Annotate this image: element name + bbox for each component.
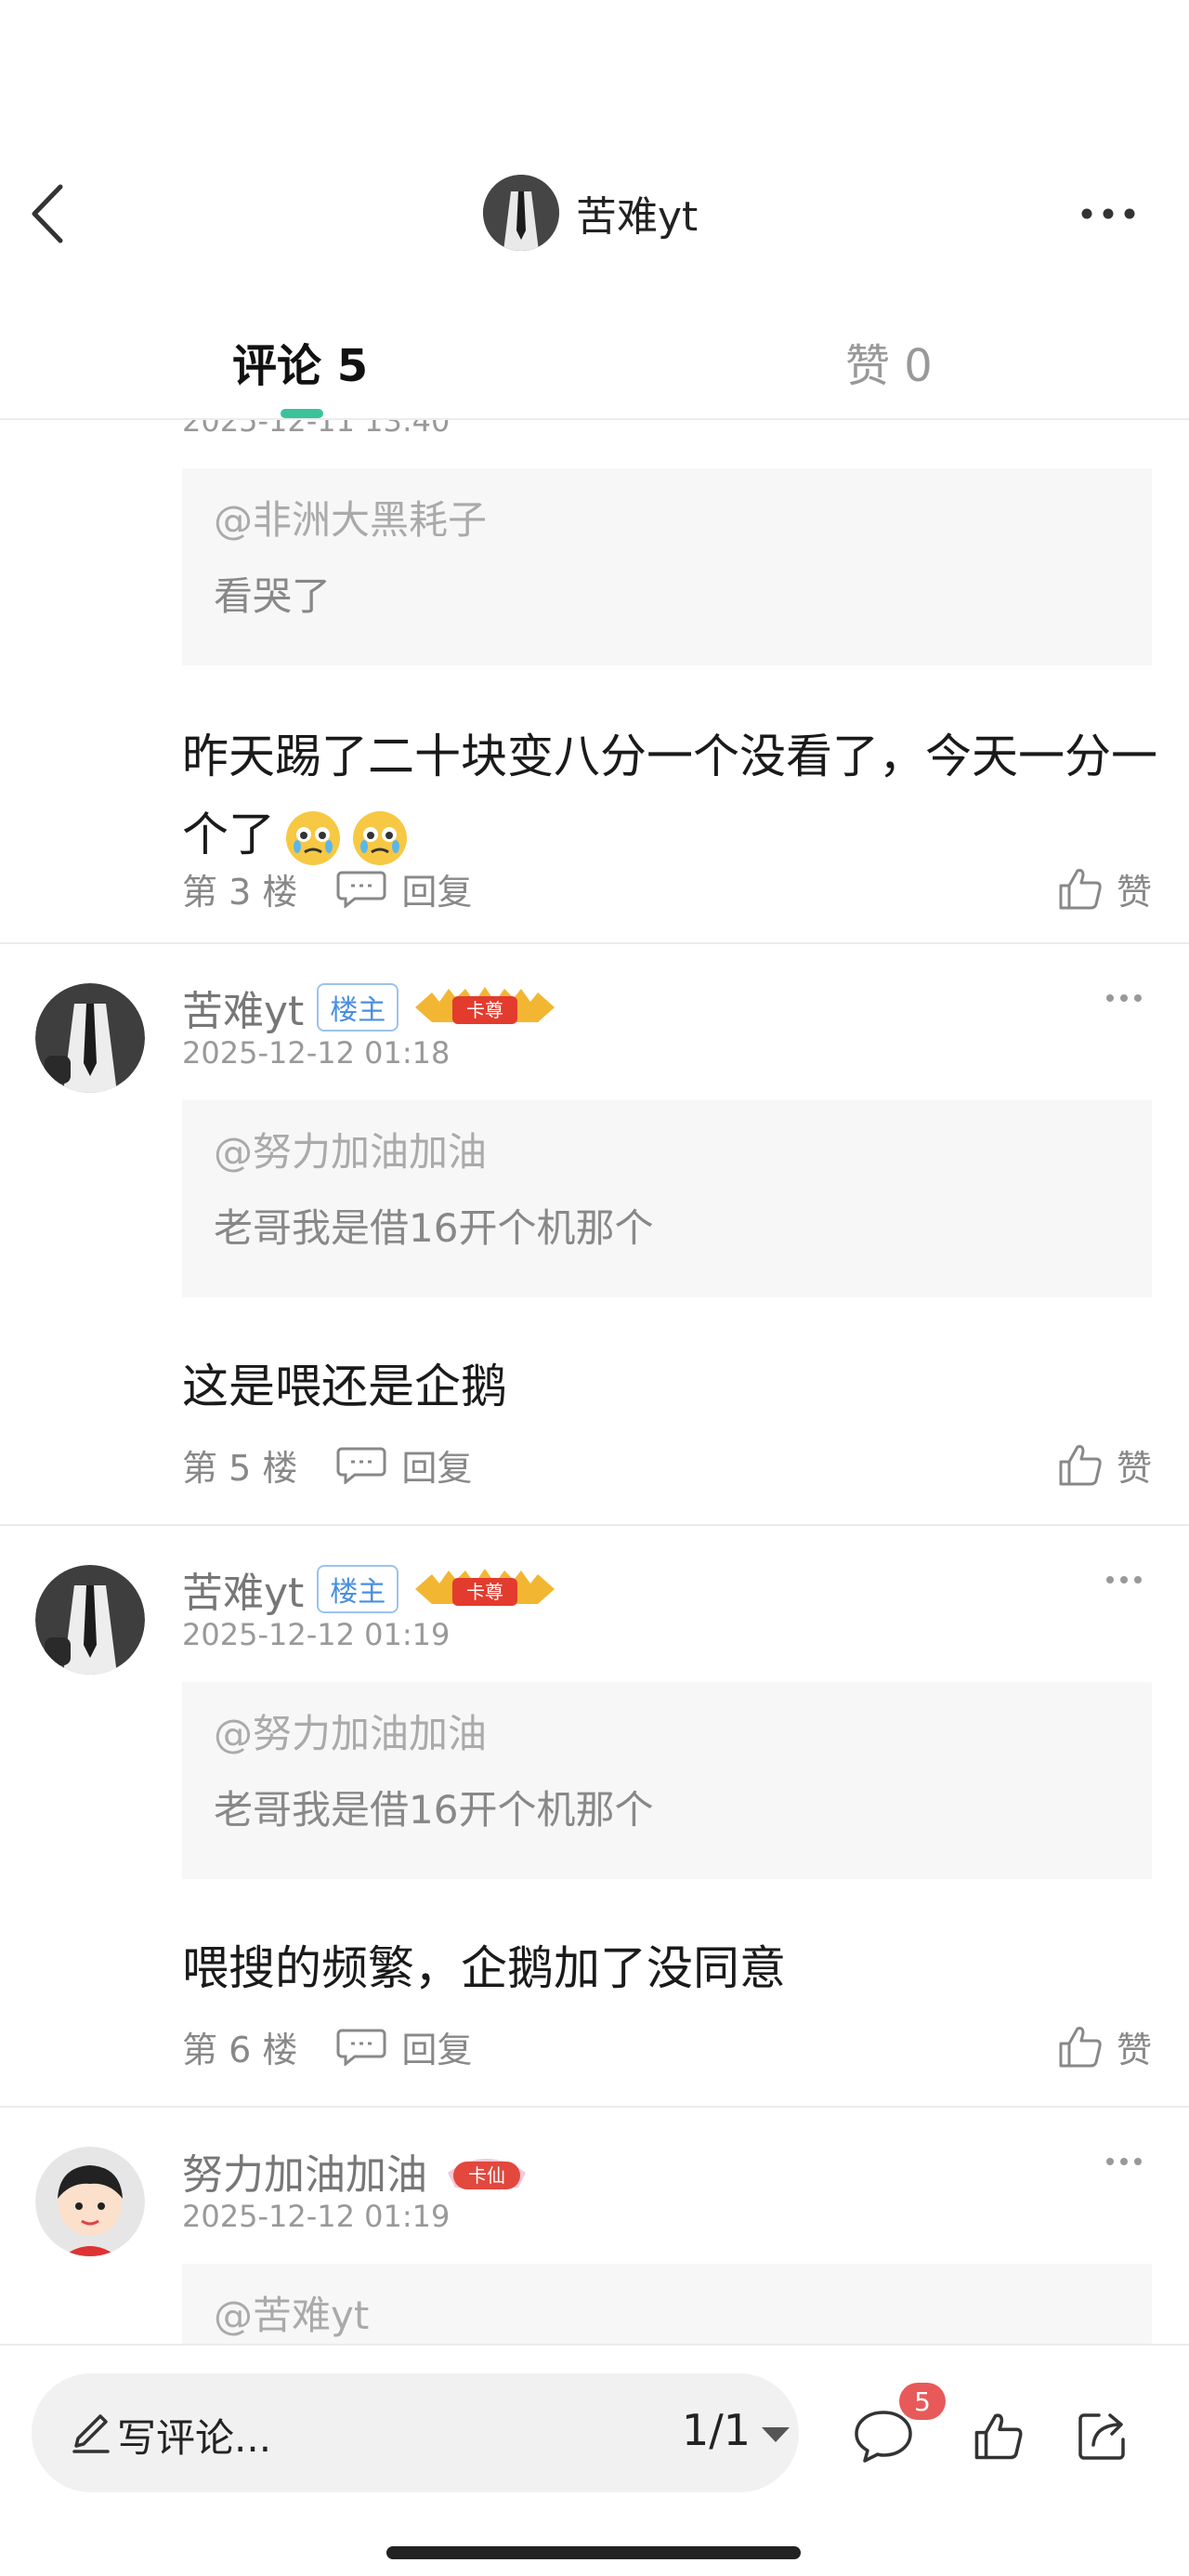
comment-bubble-icon [855, 2411, 912, 2463]
thumbs-up-icon [1059, 869, 1102, 910]
reply-icon [336, 2029, 386, 2066]
top-nav-bar: 苦难yt 评论 5 赞 0 [0, 0, 1189, 420]
reply-button[interactable]: 回复 [336, 2021, 472, 2072]
like-button[interactable]: 赞 [1057, 1439, 1152, 1491]
reply-label: 回复 [401, 2029, 473, 2070]
comment-item: 苦难yt 楼主 卡尊 2025-12-12 01:18 @努力加油加油 老哥我是… [0, 946, 1189, 1526]
back-button[interactable] [24, 178, 71, 249]
comment-composer[interactable]: 写评论... 1/1 [32, 2373, 799, 2492]
like-label: 赞 [1116, 1447, 1152, 1489]
thread-host-badge: 楼主 [317, 1565, 399, 1613]
comment-username[interactable]: 苦难yt [182, 978, 304, 1037]
comment-item: 苦难yt 楼主 卡尊 2025-12-12 01:19 @努力加油加油 老哥我是… [0, 1528, 1189, 2108]
comment-actions: 第 3 楼 回复 赞 [182, 862, 1152, 914]
comment-timestamp: 2025-12-12 01:18 [182, 1035, 451, 1071]
like-button[interactable]: 赞 [1057, 2021, 1152, 2072]
home-indicator[interactable] [386, 2546, 801, 2559]
quoted-username: @努力加油加油 [214, 1711, 488, 1756]
reply-icon [336, 871, 386, 908]
floor-number: 第 6 楼 [182, 2029, 298, 2070]
quoted-text: 看哭了 [214, 573, 332, 619]
bottom-action-bar: 写评论... 1/1 5 [0, 2344, 1189, 2576]
quoted-comment[interactable]: @努力加油加油 老哥我是借16开个机那个 [182, 1100, 1152, 1297]
quoted-username: @苦难yt [214, 2293, 370, 2338]
reply-icon [336, 1447, 386, 1484]
comment-author-row: 努力加油加油 卡仙 [182, 2143, 533, 2199]
more-dots-icon [1081, 208, 1135, 219]
comment-username[interactable]: 努力加油加油 [182, 2141, 427, 2201]
share-icon [1078, 2413, 1125, 2460]
back-arrow-icon [32, 184, 63, 243]
more-options-button[interactable] [1076, 186, 1141, 242]
comment-timestamp: 2025-12-12 01:19 [182, 1617, 451, 1652]
comment-timestamp: 2025-12-11 13:40 [182, 420, 451, 439]
avatar[interactable] [35, 1565, 145, 1675]
comment-more-button[interactable] [1096, 979, 1152, 1017]
page-indicator[interactable]: 1/1 [682, 2405, 751, 2455]
caret-down-icon[interactable] [754, 2412, 797, 2455]
comment-text: 这是喂还是企鹅 [182, 1360, 507, 1413]
like-label: 赞 [1116, 2029, 1152, 2070]
more-dots-icon [1106, 1576, 1142, 1584]
quoted-comment[interactable]: @非洲大黑耗子 看哭了 [182, 468, 1152, 665]
reply-label: 回复 [401, 871, 473, 913]
comment-item: 2025-12-11 13:40 @非洲大黑耗子 看哭了 昨天踢了二十块变八分一… [0, 420, 1189, 944]
quoted-comment[interactable]: @苦难yt [182, 2264, 1152, 2344]
thread-author-name[interactable]: 苦难yt [576, 183, 698, 243]
reply-button[interactable]: 回复 [336, 1439, 472, 1491]
comment-body: 喂搜的频繁，企鹅加了没同意 [182, 1929, 1157, 2007]
rank-badge: 卡尊 [412, 1563, 558, 1615]
quoted-text: 老哥我是借16开个机那个 [214, 1787, 654, 1833]
avatar[interactable] [35, 983, 145, 1093]
comment-text: 喂搜的频繁，企鹅加了没同意 [182, 1941, 786, 1995]
crying-emoji-icon [351, 809, 409, 867]
active-tab-indicator [281, 409, 323, 418]
thumbs-up-icon [974, 2413, 1023, 2460]
reply-button[interactable]: 回复 [336, 863, 472, 914]
quoted-username: @非洲大黑耗子 [214, 497, 488, 543]
more-dots-icon [1106, 994, 1142, 1002]
comment-author-row: 苦难yt 楼主 卡尊 [182, 979, 558, 1035]
rank-badge-label: 卡仙 [468, 2164, 505, 2187]
comment-actions: 第 5 楼 回复 赞 [182, 1439, 1152, 1491]
avatar[interactable] [35, 2147, 145, 2256]
rank-badge: 卡尊 [412, 981, 558, 1033]
quoted-username: @努力加油加油 [214, 1129, 488, 1175]
comment-more-button[interactable] [1096, 1561, 1152, 1598]
rank-badge: 卡仙 [440, 2145, 533, 2197]
composer-placeholder: 写评论... [117, 2415, 272, 2461]
rank-badge-label: 卡尊 [466, 999, 503, 1021]
more-dots-icon [1106, 2158, 1142, 2165]
pencil-icon [72, 2414, 110, 2453]
comment-body: 这是喂还是企鹅 [182, 1347, 1157, 1426]
comment-timestamp: 2025-12-12 01:19 [182, 2199, 451, 2234]
comment-actions: 第 6 楼 回复 赞 [182, 2020, 1152, 2072]
comment-item: 努力加油加油 卡仙 2025-12-12 01:19 @苦难yt [0, 2109, 1189, 2344]
share-button[interactable] [1070, 2403, 1135, 2468]
avatar[interactable] [483, 175, 559, 251]
thread-author[interactable]: 苦难yt [483, 175, 698, 251]
tab-likes[interactable]: 赞 0 [845, 329, 933, 394]
floor-number: 第 5 楼 [182, 1447, 298, 1489]
tab-bar: 评论 5 赞 0 [0, 307, 1189, 420]
comment-list[interactable]: 2025-12-11 13:40 @非洲大黑耗子 看哭了 昨天踢了二十块变八分一… [0, 420, 1189, 2344]
floor-number: 第 3 楼 [182, 871, 298, 913]
comment-author-row: 苦难yt 楼主 卡尊 [182, 1561, 558, 1617]
thumbs-up-icon [1059, 2027, 1102, 2068]
like-label: 赞 [1116, 871, 1152, 913]
thread-host-badge: 楼主 [317, 983, 399, 1032]
crying-emoji-icon [284, 809, 342, 867]
comment-body: 昨天踢了二十块变八分一个没看了，今天一分一个了 [182, 717, 1157, 874]
quoted-text: 老哥我是借16开个机那个 [214, 1205, 654, 1251]
comment-username[interactable]: 苦难yt [182, 1559, 304, 1619]
like-thread-button[interactable] [966, 2403, 1031, 2468]
like-button[interactable]: 赞 [1057, 863, 1152, 914]
comment-count-badge: 5 [899, 2383, 946, 2420]
thumbs-up-icon [1059, 1445, 1102, 1486]
tab-comments[interactable]: 评论 5 [232, 329, 368, 394]
reply-label: 回复 [401, 1447, 473, 1489]
comment-more-button[interactable] [1096, 2143, 1152, 2180]
quoted-comment[interactable]: @努力加油加油 老哥我是借16开个机那个 [182, 1682, 1152, 1879]
rank-badge-label: 卡尊 [466, 1581, 503, 1603]
